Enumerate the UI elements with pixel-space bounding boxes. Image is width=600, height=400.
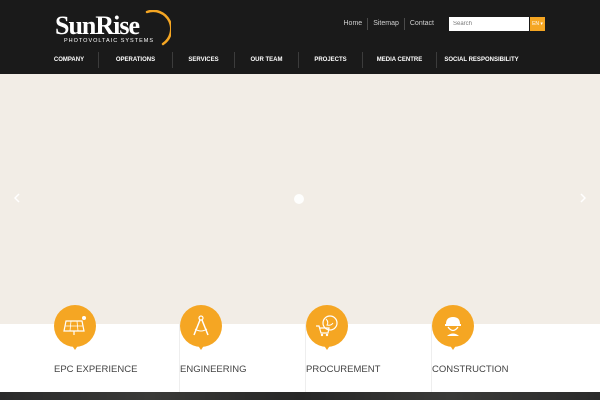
slider-dot[interactable] [294, 194, 304, 204]
hardhat-worker-icon [432, 305, 474, 347]
nav-company[interactable]: COMPANY [40, 52, 98, 68]
feature-label: PROCUREMENT [306, 364, 381, 375]
logo-tagline: PHOTOVOLTAIC SYSTEMS [64, 38, 154, 44]
feature-label: ENGINEERING [180, 364, 247, 375]
sun-arc-icon [145, 10, 171, 46]
language-button[interactable]: EN ▾ [530, 17, 545, 31]
features-strip: EPC EXPERIENCE ENGINEERING PROCUREMENT C… [0, 305, 600, 392]
feature-procurement[interactable]: PROCUREMENT [306, 305, 432, 392]
nav-operations[interactable]: OPERATIONS [98, 52, 172, 68]
chevron-right-icon[interactable] [578, 191, 588, 205]
main-nav: COMPANY OPERATIONS SERVICES OUR TEAM PRO… [40, 52, 526, 68]
nav-services[interactable]: SERVICES [172, 52, 234, 68]
sunrise-logo[interactable]: SunRise PHOTOVOLTAIC SYSTEMS [55, 10, 175, 50]
search-input[interactable] [449, 17, 529, 31]
drafting-compass-icon [180, 305, 222, 347]
toplink-home[interactable]: Home [339, 18, 368, 30]
toplink-sitemap[interactable]: Sitemap [367, 18, 404, 30]
nav-our-team[interactable]: OUR TEAM [234, 52, 298, 68]
globe-cart-icon [306, 305, 348, 347]
nav-media-centre[interactable]: MEDIA CENTRE [362, 52, 436, 68]
site-header: SunRise PHOTOVOLTAIC SYSTEMS Home Sitema… [0, 0, 600, 74]
feature-construction[interactable]: CONSTRUCTION [432, 305, 558, 392]
feature-label: EPC EXPERIENCE [54, 364, 138, 375]
feature-epc-experience[interactable]: EPC EXPERIENCE [54, 305, 180, 392]
chevron-left-icon[interactable] [12, 191, 22, 205]
nav-projects[interactable]: PROJECTS [298, 52, 362, 68]
feature-label: CONSTRUCTION [432, 364, 509, 375]
footer-strip [0, 392, 600, 400]
nav-social-responsibility[interactable]: SOCIAL RESPONSIBILITY [436, 52, 526, 68]
solar-panel-icon [54, 305, 96, 347]
toplink-contact[interactable]: Contact [403, 18, 439, 30]
hero-slider [0, 74, 600, 324]
feature-engineering[interactable]: ENGINEERING [180, 305, 306, 392]
top-links: Home Sitemap Contact [339, 17, 440, 31]
